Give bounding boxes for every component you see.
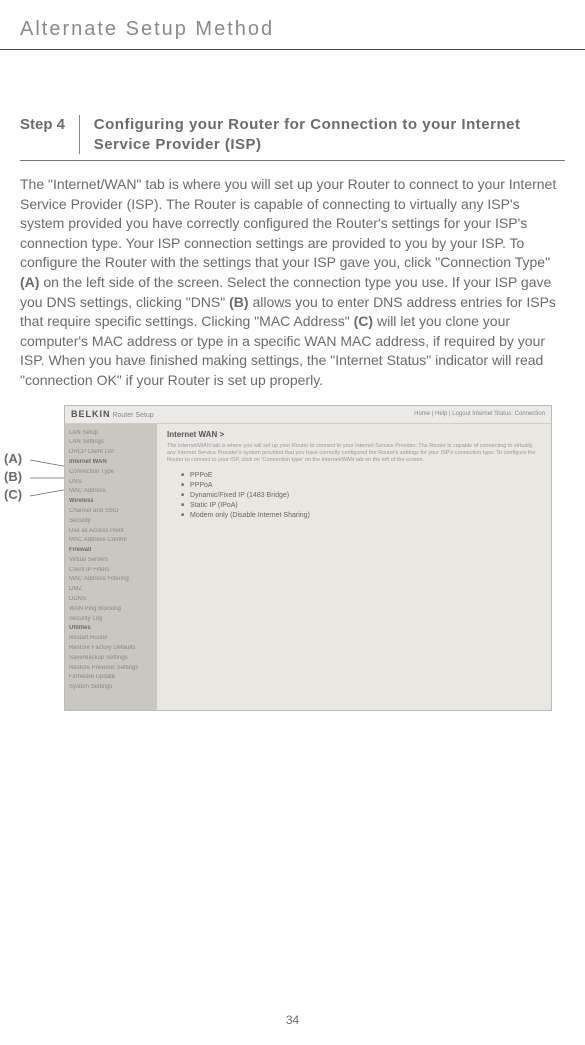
nav-item[interactable]: Use as Access Point bbox=[69, 528, 153, 536]
nav-item[interactable]: Firmware Update bbox=[69, 674, 153, 682]
nav-item[interactable]: Security bbox=[69, 518, 153, 526]
body-paragraph: The "Internet/WAN" tab is where you will… bbox=[0, 171, 585, 405]
nav-item[interactable]: Wireless bbox=[69, 498, 153, 506]
callout-c: (C) bbox=[4, 486, 22, 504]
rule bbox=[20, 160, 565, 161]
step-title: Configuring your Router for Connection t… bbox=[94, 115, 565, 154]
step-row: Step 4 Configuring your Router for Conne… bbox=[0, 115, 585, 160]
nav-item[interactable]: Restore Previous Settings bbox=[69, 665, 153, 673]
page-header: Alternate Setup Method bbox=[0, 0, 585, 50]
nav-item[interactable]: Restart Router bbox=[69, 635, 153, 643]
nav-item[interactable]: DHCP Client List bbox=[69, 449, 153, 457]
content-title: Internet WAN > bbox=[167, 430, 541, 439]
nav-item-active[interactable]: Internet WAN bbox=[69, 459, 153, 467]
option-row[interactable]: Static IP (IPoA) bbox=[181, 502, 541, 509]
vertical-divider bbox=[79, 115, 80, 154]
nav-item[interactable]: Channel and SSID bbox=[69, 508, 153, 516]
router-ui-screenshot: BELKIN Router Setup Home | Help | Logout… bbox=[64, 405, 552, 711]
callout-b: (B) bbox=[4, 468, 22, 486]
step-label: Step 4 bbox=[20, 115, 65, 133]
page-number: 34 bbox=[0, 1013, 585, 1027]
screenshot-region: (A) (B) (C) BELKIN Router Setup Home | H… bbox=[0, 405, 585, 711]
nav-item[interactable]: MAC Address Filtering bbox=[69, 576, 153, 584]
para-part1: The "Internet/WAN" tab is where you will… bbox=[20, 176, 556, 270]
nav-item[interactable]: Client IP Filters bbox=[69, 567, 153, 575]
content-panel: Internet WAN > The Internet/WAN tab is w… bbox=[157, 424, 551, 710]
nav-item[interactable]: Restore Factory Defaults bbox=[69, 645, 153, 653]
nav-item[interactable]: Virtual Servers bbox=[69, 557, 153, 565]
option-row[interactable]: Dynamic/Fixed IP (1483 Bridge) bbox=[181, 492, 541, 499]
nav-item[interactable]: Security Log bbox=[69, 616, 153, 624]
nav-item[interactable]: LAN Setup bbox=[69, 430, 153, 438]
nav-item[interactable]: WAN Ping Blocking bbox=[69, 606, 153, 614]
nav-item[interactable]: Firewall bbox=[69, 547, 153, 555]
tag-b-inline: (B) bbox=[229, 294, 248, 310]
screenshot-topbar: BELKIN Router Setup Home | Help | Logout… bbox=[65, 406, 551, 424]
nav-item[interactable]: DMZ bbox=[69, 586, 153, 594]
nav-item[interactable]: LAN Settings bbox=[69, 439, 153, 447]
option-row[interactable]: PPPoA bbox=[181, 482, 541, 489]
nav-item[interactable]: System Settings bbox=[69, 684, 153, 692]
nav-item-mac[interactable]: MAC Address bbox=[69, 488, 153, 496]
option-row[interactable]: Modem only (Disable Internet Sharing) bbox=[181, 512, 541, 519]
brand-subtitle: Router Setup bbox=[112, 412, 153, 419]
nav-item[interactable]: Save/Backup Settings bbox=[69, 655, 153, 663]
nav-item-dns[interactable]: DNS bbox=[69, 479, 153, 487]
content-text: The Internet/WAN tab is where you will s… bbox=[167, 443, 541, 464]
top-links: Home | Help | Logout Internet Status: Co… bbox=[414, 411, 545, 417]
nav-item[interactable]: DDNS bbox=[69, 596, 153, 604]
tag-a-inline: (A) bbox=[20, 274, 39, 290]
brand-logo: BELKIN bbox=[71, 409, 111, 419]
callout-a: (A) bbox=[4, 450, 22, 468]
nav-item[interactable]: MAC Address Control bbox=[69, 537, 153, 545]
callout-labels: (A) (B) (C) bbox=[4, 451, 22, 505]
nav-item[interactable]: Utilities bbox=[69, 625, 153, 633]
nav-item-connection-type[interactable]: Connection Type bbox=[69, 469, 153, 477]
nav-sidebar: LAN Setup LAN Settings DHCP Client List … bbox=[65, 424, 157, 710]
option-row[interactable]: PPPoE bbox=[181, 472, 541, 479]
tag-c-inline: (C) bbox=[354, 313, 373, 329]
